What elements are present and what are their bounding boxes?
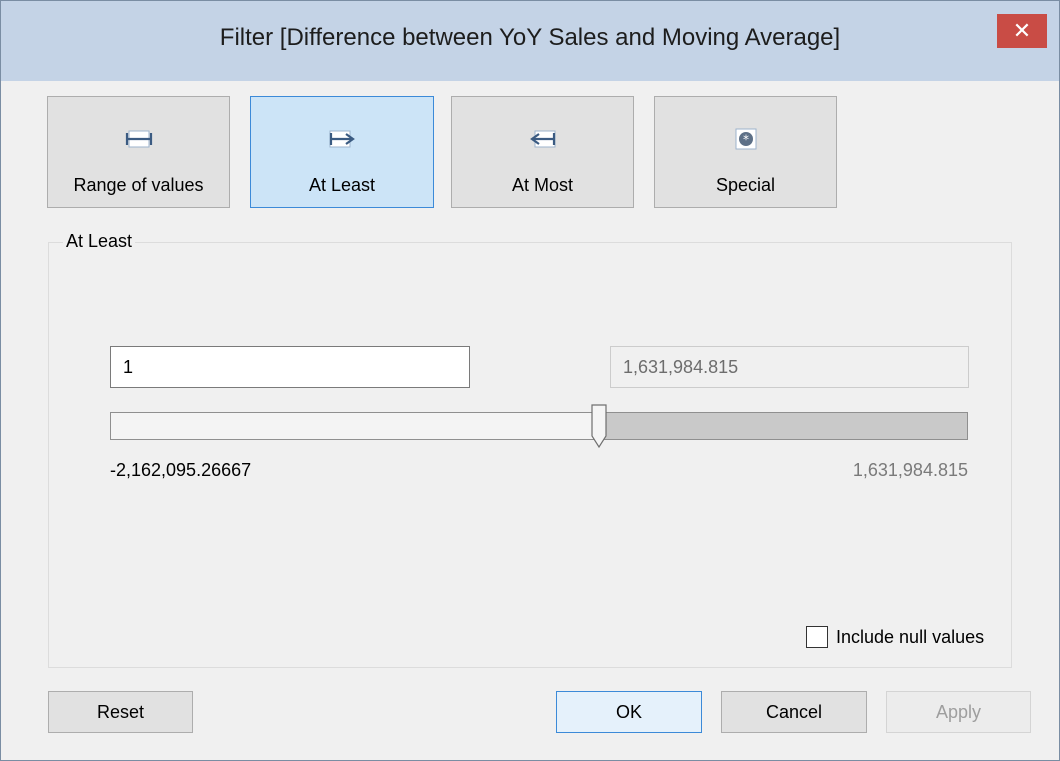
close-button[interactable]: ✕ <box>997 14 1047 48</box>
include-null-checkbox[interactable] <box>806 626 828 648</box>
at-least-icon <box>329 130 355 148</box>
ok-button[interactable]: OK <box>556 691 702 733</box>
slider-excluded-fill <box>598 413 967 439</box>
tab-at-least[interactable]: At Least <box>250 96 434 208</box>
apply-button[interactable]: Apply <box>886 691 1031 733</box>
at-least-group <box>48 242 1012 668</box>
title-bar[interactable]: Filter [Difference between YoY Sales and… <box>1 1 1059 81</box>
tab-label: Special <box>715 175 776 195</box>
close-icon: ✕ <box>1012 18 1032 43</box>
reset-button[interactable]: Reset <box>48 691 193 733</box>
min-value-input[interactable]: 1 <box>110 346 470 388</box>
tab-range-of-values[interactable]: Range of values <box>47 96 230 208</box>
svg-text:*: * <box>743 133 749 147</box>
range-max-label: 1,631,984.815 <box>852 460 968 480</box>
tab-at-most[interactable]: At Most <box>451 96 634 208</box>
max-value-field: 1,631,984.815 <box>610 346 969 388</box>
tab-label: At Most <box>511 175 573 195</box>
slider-thumb[interactable] <box>589 403 609 449</box>
at-most-icon <box>529 130 555 148</box>
special-icon: * <box>735 128 756 150</box>
group-legend: At Least <box>63 231 136 252</box>
dialog-title: Filter [Difference between YoY Sales and… <box>219 24 841 51</box>
tab-label: At Least <box>308 175 376 195</box>
range-icon <box>125 130 152 148</box>
tab-label: Range of values <box>73 175 204 195</box>
filter-dialog: Filter [Difference between YoY Sales and… <box>0 0 1060 761</box>
tab-special[interactable]: * Special <box>654 96 837 208</box>
range-slider-track[interactable] <box>110 412 968 440</box>
range-min-label: -2,162,095.26667 <box>110 460 252 480</box>
dialog-body: Range of values At Least At Most * Speci… <box>10 82 1050 750</box>
include-null-label: Include null values <box>836 627 985 647</box>
cancel-button[interactable]: Cancel <box>721 691 867 733</box>
